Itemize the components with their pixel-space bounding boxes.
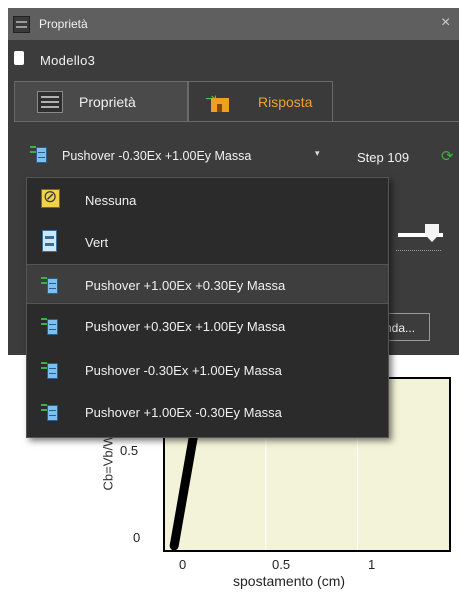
dropdown-item-label: Pushover -0.30Ex +1.00Ey Massa — [85, 363, 282, 378]
list-icon — [37, 91, 63, 113]
slider-ticks — [396, 250, 441, 255]
no-result-icon — [41, 187, 60, 208]
x-axis-label: spostamento (cm) — [233, 573, 346, 589]
dropdown-item-pushover-4[interactable]: Pushover +1.00Ex -0.30Ey Massa — [27, 392, 388, 432]
analysis-combo-value: Pushover -0.30Ex +1.00Ey Massa — [62, 149, 252, 163]
tab-proprieta-label: Proprietà — [79, 94, 136, 110]
building-icon — [42, 230, 57, 252]
pushover-icon — [41, 361, 59, 379]
pushover-icon — [41, 317, 59, 335]
close-icon[interactable]: × — [441, 14, 450, 32]
model-icon — [14, 51, 24, 65]
house-icon: ⇥ — [205, 90, 231, 114]
tab-proprieta[interactable]: Proprietà — [14, 81, 188, 122]
model-name: Modello3 — [40, 53, 96, 68]
x-tick-label: 0 — [179, 557, 187, 572]
dropdown-item-nessuna[interactable]: Nessuna — [27, 180, 388, 220]
app-icon — [13, 16, 30, 33]
dropdown-item-pushover-3[interactable]: Pushover -0.30Ex +1.00Ey Massa — [27, 350, 388, 390]
title-bar[interactable]: Proprietà × — [8, 8, 459, 40]
analysis-combo[interactable]: Pushover -0.30Ex +1.00Ey Massa ▾ — [14, 140, 334, 168]
analysis-dropdown-menu[interactable]: Nessuna Vert Pushover +1.00Ex +0.30Ey Ma… — [26, 177, 389, 438]
refresh-icon[interactable]: ⟳ — [441, 147, 459, 165]
pushover-icon — [41, 403, 59, 421]
x-tick-label: 0.5 — [272, 557, 291, 572]
chevron-down-icon[interactable]: ▾ — [315, 148, 320, 159]
y-tick-label: 0.5 — [120, 443, 139, 458]
dropdown-item-label: Vert — [85, 235, 109, 250]
pushover-icon — [30, 145, 48, 163]
dropdown-item-label: Pushover +0.30Ex +1.00Ey Massa — [85, 319, 286, 334]
tab-risposta[interactable]: ⇥ Risposta — [188, 81, 333, 122]
y-tick-label: 0 — [133, 530, 141, 545]
dropdown-item-pushover-2[interactable]: Pushover +0.30Ex +1.00Ey Massa — [27, 306, 388, 346]
dropdown-item-pushover-1[interactable]: Pushover +1.00Ex +0.30Ey Massa — [27, 264, 388, 304]
dropdown-item-label: Pushover +1.00Ex -0.30Ey Massa — [85, 405, 282, 420]
model-row: Modello3 — [8, 48, 459, 72]
dropdown-item-vert[interactable]: Vert — [27, 222, 388, 262]
legend-button-label: nda... — [385, 321, 416, 335]
dropdown-item-label: Nessuna — [85, 193, 137, 208]
pushover-icon — [41, 276, 59, 294]
x-tick-label: 1 — [368, 557, 376, 572]
y-axis-label: Cb=Vb/W — [100, 434, 116, 491]
dropdown-item-label: Pushover +1.00Ex +0.30Ey Massa — [85, 278, 286, 293]
step-label: Step 109 — [357, 150, 410, 165]
tabs-divider — [14, 121, 459, 122]
tab-risposta-label: Risposta — [258, 94, 313, 110]
window-title: Proprietà — [39, 17, 88, 31]
